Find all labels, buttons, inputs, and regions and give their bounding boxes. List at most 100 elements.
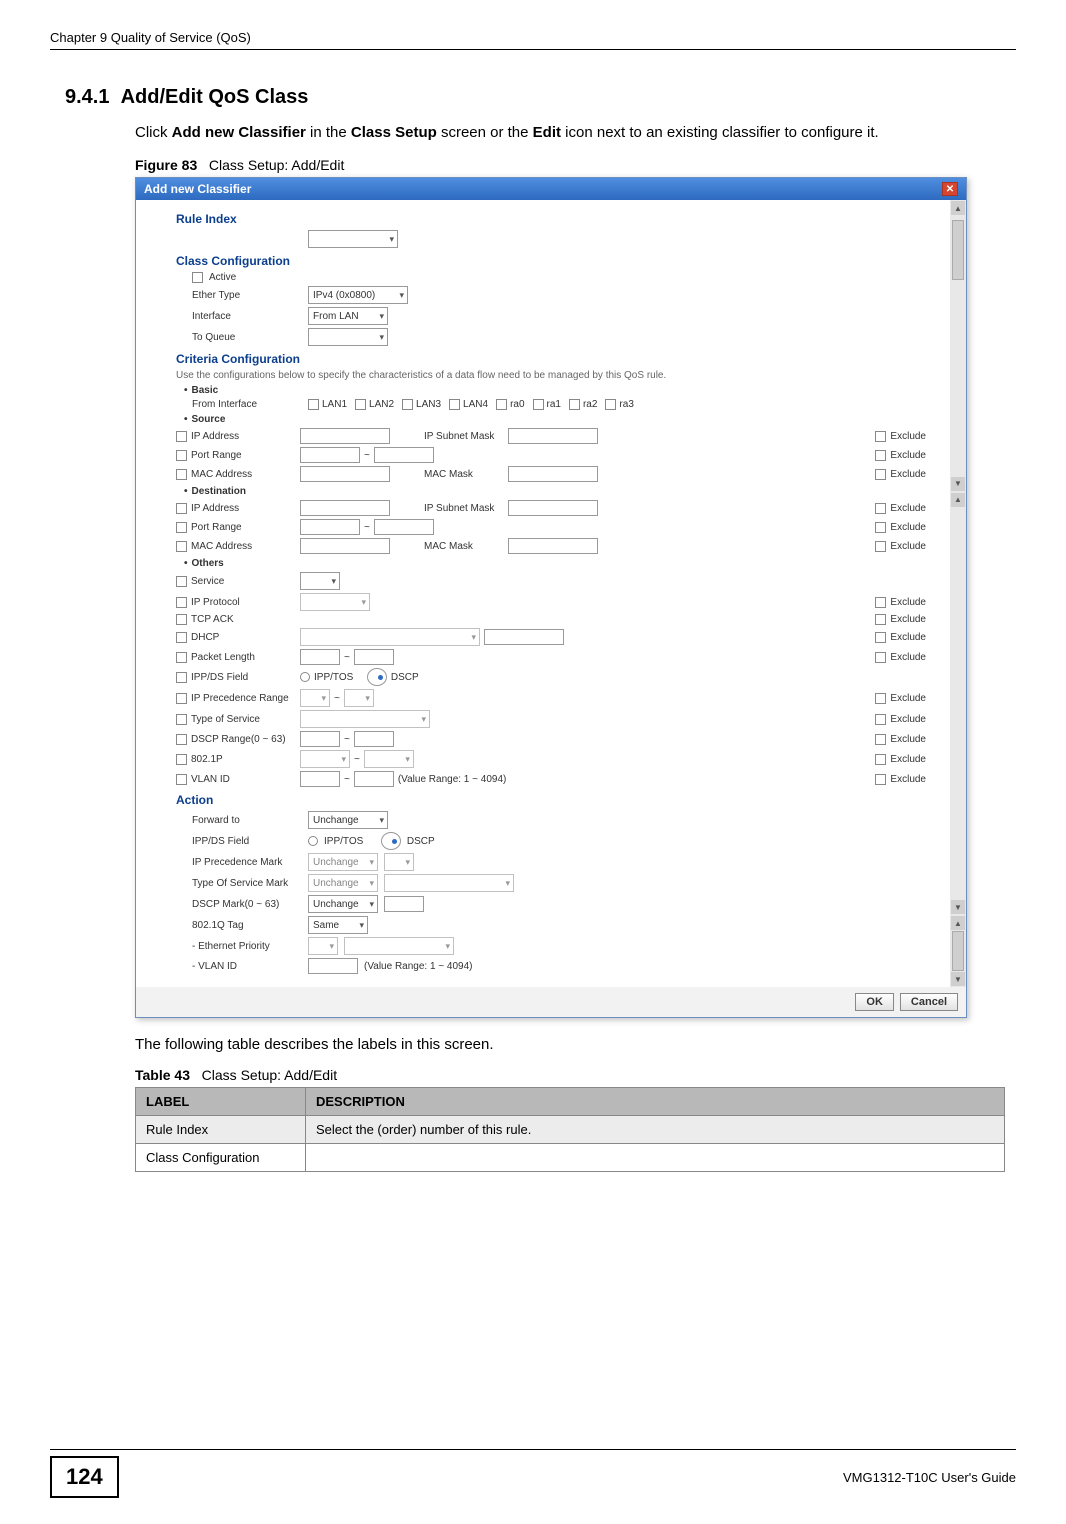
scroll-down-icon-mid1[interactable]: ▼ xyxy=(951,477,965,491)
dot1p-checkbox[interactable] xyxy=(176,754,187,765)
ether-type-select[interactable]: IPv4 (0x0800) xyxy=(308,286,408,304)
interface-select[interactable]: From LAN xyxy=(308,307,388,325)
dscp-radio[interactable] xyxy=(367,668,387,686)
dhcp-input[interactable] xyxy=(484,629,564,645)
action-ipptos-radio[interactable] xyxy=(308,836,318,846)
packet-length-exclude-checkbox[interactable] xyxy=(875,652,886,663)
dot1q-tag-select[interactable]: Same xyxy=(308,916,368,934)
packet-length-from-input[interactable] xyxy=(300,649,340,665)
src-mac-exclude-checkbox[interactable] xyxy=(875,469,886,480)
dst-subnet-input[interactable] xyxy=(508,500,598,516)
src-mac-input[interactable] xyxy=(300,466,390,482)
dst-mac-input[interactable] xyxy=(300,538,390,554)
ip-precedence-range-checkbox[interactable] xyxy=(176,693,187,704)
dst-ip-input[interactable] xyxy=(300,500,390,516)
action-dscp-radio[interactable] xyxy=(381,832,401,850)
scroll-up-icon-mid2[interactable]: ▲ xyxy=(951,916,965,930)
scroll-down-icon-mid2[interactable]: ▼ xyxy=(951,900,965,914)
dst-port-checkbox[interactable] xyxy=(176,522,187,533)
active-checkbox[interactable] xyxy=(192,272,203,283)
src-ip-input[interactable] xyxy=(300,428,390,444)
tcp-ack-exclude-checkbox[interactable] xyxy=(875,614,886,625)
action-vlan-id-input[interactable] xyxy=(308,958,358,974)
dst-port-to-input[interactable] xyxy=(374,519,434,535)
ip-protocol-checkbox[interactable] xyxy=(176,597,187,608)
lan4-checkbox[interactable] xyxy=(449,399,460,410)
ra2-checkbox[interactable] xyxy=(569,399,580,410)
src-port-from-input[interactable] xyxy=(300,447,360,463)
src-port-checkbox[interactable] xyxy=(176,450,187,461)
vlan-id-from-input[interactable] xyxy=(300,771,340,787)
tcp-ack-checkbox[interactable] xyxy=(176,614,187,625)
src-macmask-input[interactable] xyxy=(508,466,598,482)
rule-index-select[interactable] xyxy=(308,230,398,248)
service-select[interactable] xyxy=(300,572,340,590)
ip-prec-exclude-checkbox[interactable] xyxy=(875,693,886,704)
dot1p-from-select[interactable] xyxy=(300,750,350,768)
tos-select[interactable] xyxy=(300,710,430,728)
dot1p-to-select[interactable] xyxy=(364,750,414,768)
tos-mark-select2[interactable] xyxy=(384,874,514,892)
tos-exclude-checkbox[interactable] xyxy=(875,714,886,725)
vlan-id-to-input[interactable] xyxy=(354,771,394,787)
ra1-label: ra1 xyxy=(547,399,561,410)
scroll-down-icon[interactable]: ▼ xyxy=(951,972,965,986)
src-ip-exclude-checkbox[interactable] xyxy=(875,431,886,442)
vlan-id-checkbox[interactable] xyxy=(176,774,187,785)
ok-button[interactable]: OK xyxy=(855,993,894,1011)
scroll-up-icon-mid1[interactable]: ▲ xyxy=(951,493,965,507)
dscp-range-checkbox[interactable] xyxy=(176,734,187,745)
dhcp-checkbox[interactable] xyxy=(176,632,187,643)
lan2-checkbox[interactable] xyxy=(355,399,366,410)
close-icon[interactable]: ✕ xyxy=(942,182,958,196)
ip-prec-mark-select2[interactable] xyxy=(384,853,414,871)
src-subnet-input[interactable] xyxy=(508,428,598,444)
scrollbar-right[interactable]: ▲ ▼ ▲ ▼ ▲ ▼ xyxy=(950,200,966,987)
cancel-button[interactable]: Cancel xyxy=(900,993,958,1011)
dst-ip-checkbox[interactable] xyxy=(176,503,187,514)
dscp-range-to-input[interactable] xyxy=(354,731,394,747)
lan1-checkbox[interactable] xyxy=(308,399,319,410)
src-port-to-input[interactable] xyxy=(374,447,434,463)
ip-protocol-select[interactable] xyxy=(300,593,370,611)
ra3-checkbox[interactable] xyxy=(605,399,616,410)
ip-prec-from-select[interactable] xyxy=(300,689,330,707)
scroll-up-icon[interactable]: ▲ xyxy=(951,201,965,215)
ippds-field-checkbox[interactable] xyxy=(176,672,187,683)
ip-protocol-exclude-checkbox[interactable] xyxy=(875,597,886,608)
src-mac-checkbox[interactable] xyxy=(176,469,187,480)
packet-length-checkbox[interactable] xyxy=(176,652,187,663)
dscp-mark-input[interactable] xyxy=(384,896,424,912)
ra1-checkbox[interactable] xyxy=(533,399,544,410)
dscp-range-exclude-checkbox[interactable] xyxy=(875,734,886,745)
dst-ip-exclude-checkbox[interactable] xyxy=(875,503,886,514)
ra0-checkbox[interactable] xyxy=(496,399,507,410)
dot1p-exclude-checkbox[interactable] xyxy=(875,754,886,765)
dscp-range-from-input[interactable] xyxy=(300,731,340,747)
src-port-exclude-checkbox[interactable] xyxy=(875,450,886,461)
dst-mac-checkbox[interactable] xyxy=(176,541,187,552)
dscp-mark-select[interactable]: Unchange xyxy=(308,895,378,913)
dst-port-from-input[interactable] xyxy=(300,519,360,535)
to-queue-select[interactable] xyxy=(308,328,388,346)
vlan-id-exclude-checkbox[interactable] xyxy=(875,774,886,785)
tos-checkbox[interactable] xyxy=(176,714,187,725)
dst-mac-exclude-checkbox[interactable] xyxy=(875,541,886,552)
dhcp-exclude-checkbox[interactable] xyxy=(875,632,886,643)
scroll-thumb-bottom[interactable] xyxy=(952,931,964,971)
src-ip-checkbox[interactable] xyxy=(176,431,187,442)
eth-priority-select2[interactable] xyxy=(344,937,454,955)
packet-length-to-input[interactable] xyxy=(354,649,394,665)
dhcp-select[interactable] xyxy=(300,628,480,646)
eth-priority-select[interactable] xyxy=(308,937,338,955)
forward-to-select[interactable]: Unchange xyxy=(308,811,388,829)
lan3-checkbox[interactable] xyxy=(402,399,413,410)
tos-mark-select[interactable]: Unchange xyxy=(308,874,378,892)
service-checkbox[interactable] xyxy=(176,576,187,587)
ipptos-radio[interactable] xyxy=(300,672,310,682)
ip-prec-to-select[interactable] xyxy=(344,689,374,707)
scroll-thumb-top[interactable] xyxy=(952,220,964,280)
dst-port-exclude-checkbox[interactable] xyxy=(875,522,886,533)
ip-prec-mark-select[interactable]: Unchange xyxy=(308,853,378,871)
dst-macmask-input[interactable] xyxy=(508,538,598,554)
